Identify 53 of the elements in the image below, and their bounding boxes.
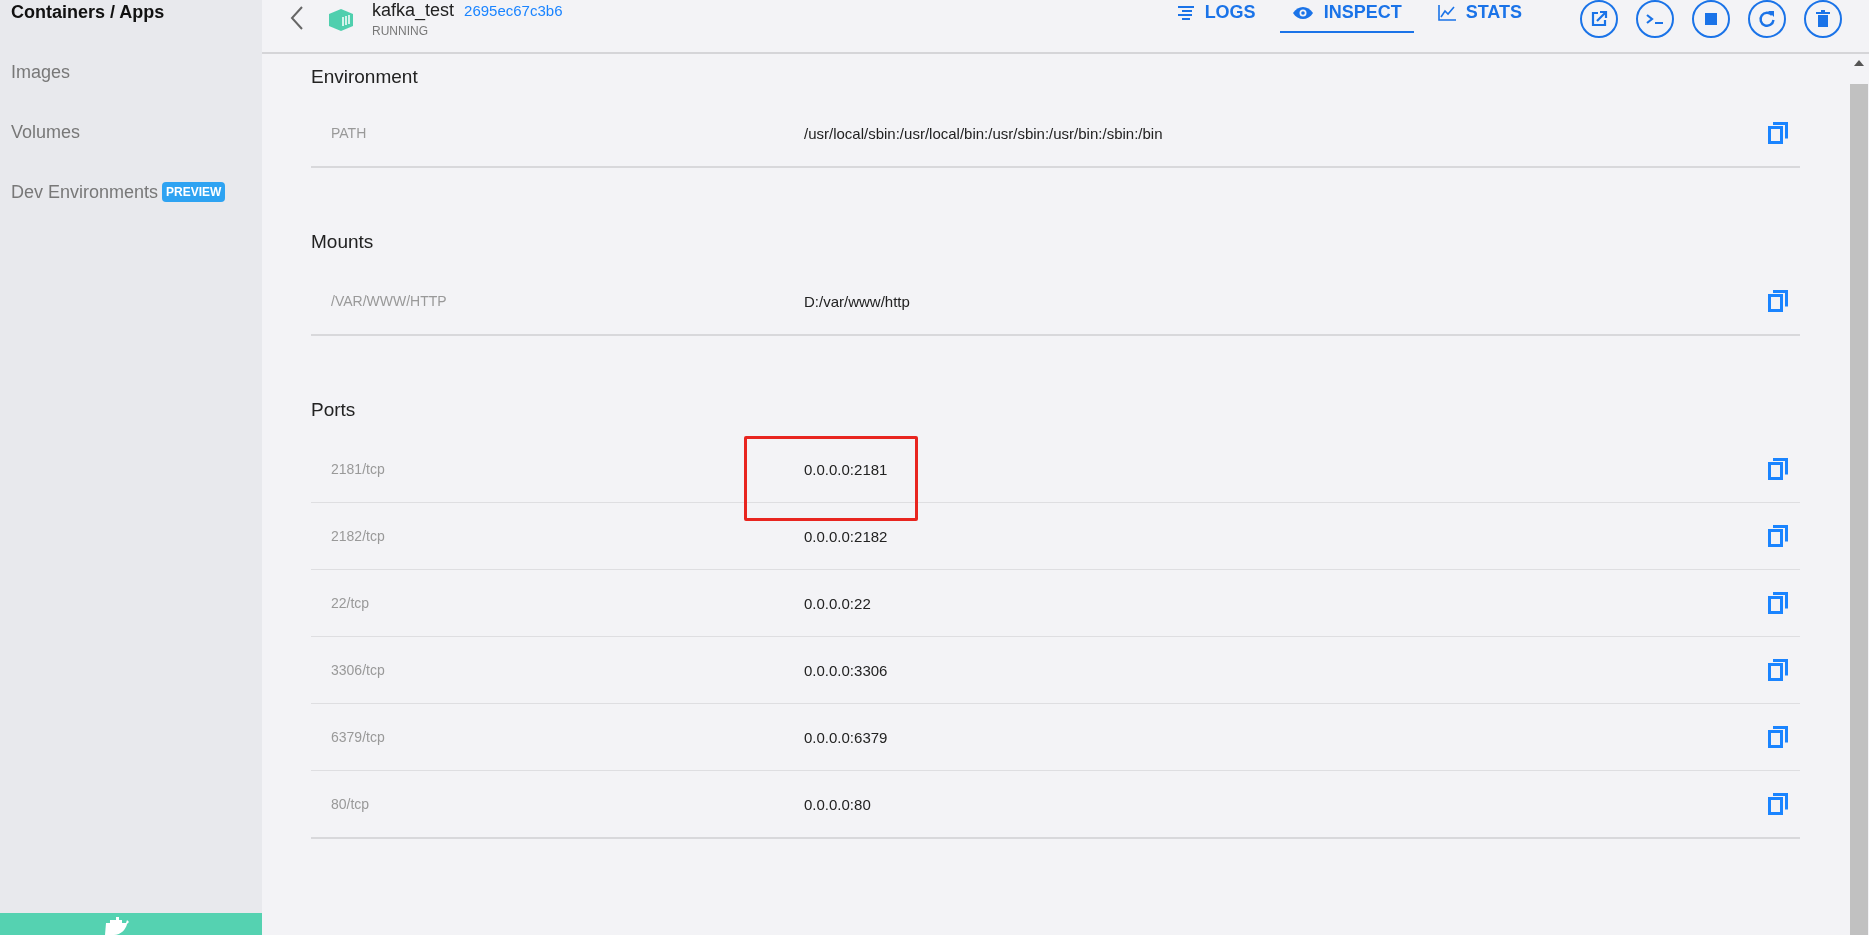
external-link-icon: [1590, 10, 1608, 28]
row-key: /VAR/WWW/HTTP: [311, 293, 804, 309]
open-external-button[interactable]: [1580, 0, 1618, 38]
row-key: PATH: [311, 125, 804, 141]
row-value: 0.0.0.0:22: [804, 594, 871, 612]
row-key: 80/tcp: [311, 796, 804, 812]
copy-icon[interactable]: [1768, 525, 1788, 547]
copy-icon[interactable]: [1768, 122, 1788, 144]
preview-badge: PREVIEW: [162, 182, 226, 202]
container-status: RUNNING: [372, 24, 429, 38]
restart-icon: [1758, 10, 1776, 28]
container-id-link[interactable]: 2695ec67c3b6: [464, 2, 563, 19]
copy-icon[interactable]: [1768, 659, 1788, 681]
stop-icon: [1705, 13, 1717, 25]
sidebar-item[interactable]: Images: [11, 61, 71, 83]
sidebar-item[interactable]: Containers / Apps: [11, 1, 165, 23]
row-value: D:/var/www/http: [804, 292, 910, 310]
row-key: 3306/tcp: [311, 662, 804, 678]
tab[interactable]: INSPECT: [1279, 0, 1414, 33]
section-title: Environment: [311, 65, 419, 89]
chart-icon: [1437, 4, 1456, 21]
row-value: 0.0.0.0:2182: [804, 527, 888, 545]
copy-icon[interactable]: [1768, 290, 1788, 312]
sidebar-item[interactable]: Dev Environments: [11, 181, 159, 203]
trash-icon: [1816, 10, 1830, 28]
row-value: 0.0.0.0:6379: [804, 728, 888, 746]
restart-button[interactable]: [1748, 0, 1786, 38]
tab[interactable]: STATS: [1425, 0, 1534, 33]
section-title: Mounts: [311, 230, 375, 254]
row-key: 2181/tcp: [311, 461, 804, 477]
copy-icon[interactable]: [1768, 726, 1788, 748]
container-name: kafka_test: [372, 0, 455, 21]
lines-icon: [1176, 4, 1195, 21]
copy-icon[interactable]: [1768, 793, 1788, 815]
row-key: 6379/tcp: [311, 729, 804, 745]
section-title: Ports: [311, 398, 357, 422]
delete-button[interactable]: [1804, 0, 1842, 38]
stop-button[interactable]: [1692, 0, 1730, 38]
eye-icon: [1291, 5, 1314, 20]
row-key: 2182/tcp: [311, 528, 804, 544]
scroll-up-icon[interactable]: [1854, 60, 1864, 66]
tab[interactable]: LOGS: [1164, 0, 1268, 33]
row-value: 0.0.0.0:3306: [804, 661, 888, 679]
row-value: 0.0.0.0:80: [804, 795, 871, 813]
copy-icon[interactable]: [1768, 592, 1788, 614]
terminal-icon: [1645, 12, 1665, 26]
terminal-button[interactable]: [1636, 0, 1674, 38]
copy-icon[interactable]: [1768, 458, 1788, 480]
row-key: 22/tcp: [311, 595, 804, 611]
row-value: 0.0.0.0:2181: [804, 460, 888, 478]
row-value: /usr/local/sbin:/usr/local/bin:/usr/sbin:/usr/bin:/sbin:/bin: [804, 124, 1163, 142]
container-icon: [328, 8, 354, 32]
sidebar-item[interactable]: Volumes: [11, 121, 81, 143]
